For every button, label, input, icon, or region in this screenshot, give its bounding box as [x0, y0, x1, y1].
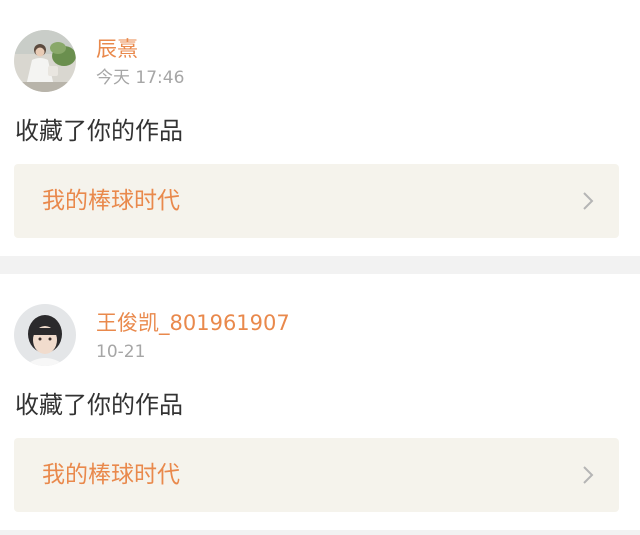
user-avatar[interactable]: [14, 304, 76, 366]
work-link[interactable]: 我的棒球时代: [14, 164, 619, 238]
notification-card: 王俊凯_801961907 10-21 收藏了你的作品 我的棒球时代: [0, 274, 640, 530]
timestamp: 10-21: [96, 342, 146, 362]
username[interactable]: 辰熹: [96, 36, 138, 62]
work-link[interactable]: 我的棒球时代: [14, 438, 619, 512]
notification-text: 收藏了你的作品: [15, 391, 183, 419]
avatar-image: [14, 304, 76, 366]
timestamp: 今天 17:46: [96, 68, 185, 88]
work-title: 我的棒球时代: [42, 188, 180, 214]
notification-feed: 辰熹 今天 17:46 收藏了你的作品 我的棒球时代 王俊凯_801961907…: [0, 0, 640, 535]
avatar-image: [14, 30, 76, 92]
user-avatar[interactable]: [14, 30, 76, 92]
username[interactable]: 王俊凯_801961907: [96, 310, 290, 336]
notification-card: 辰熹 今天 17:46 收藏了你的作品 我的棒球时代: [0, 0, 640, 256]
notification-text: 收藏了你的作品: [15, 117, 183, 145]
work-title: 我的棒球时代: [42, 462, 180, 488]
chevron-right-icon: [583, 466, 594, 484]
chevron-right-icon: [583, 192, 594, 210]
